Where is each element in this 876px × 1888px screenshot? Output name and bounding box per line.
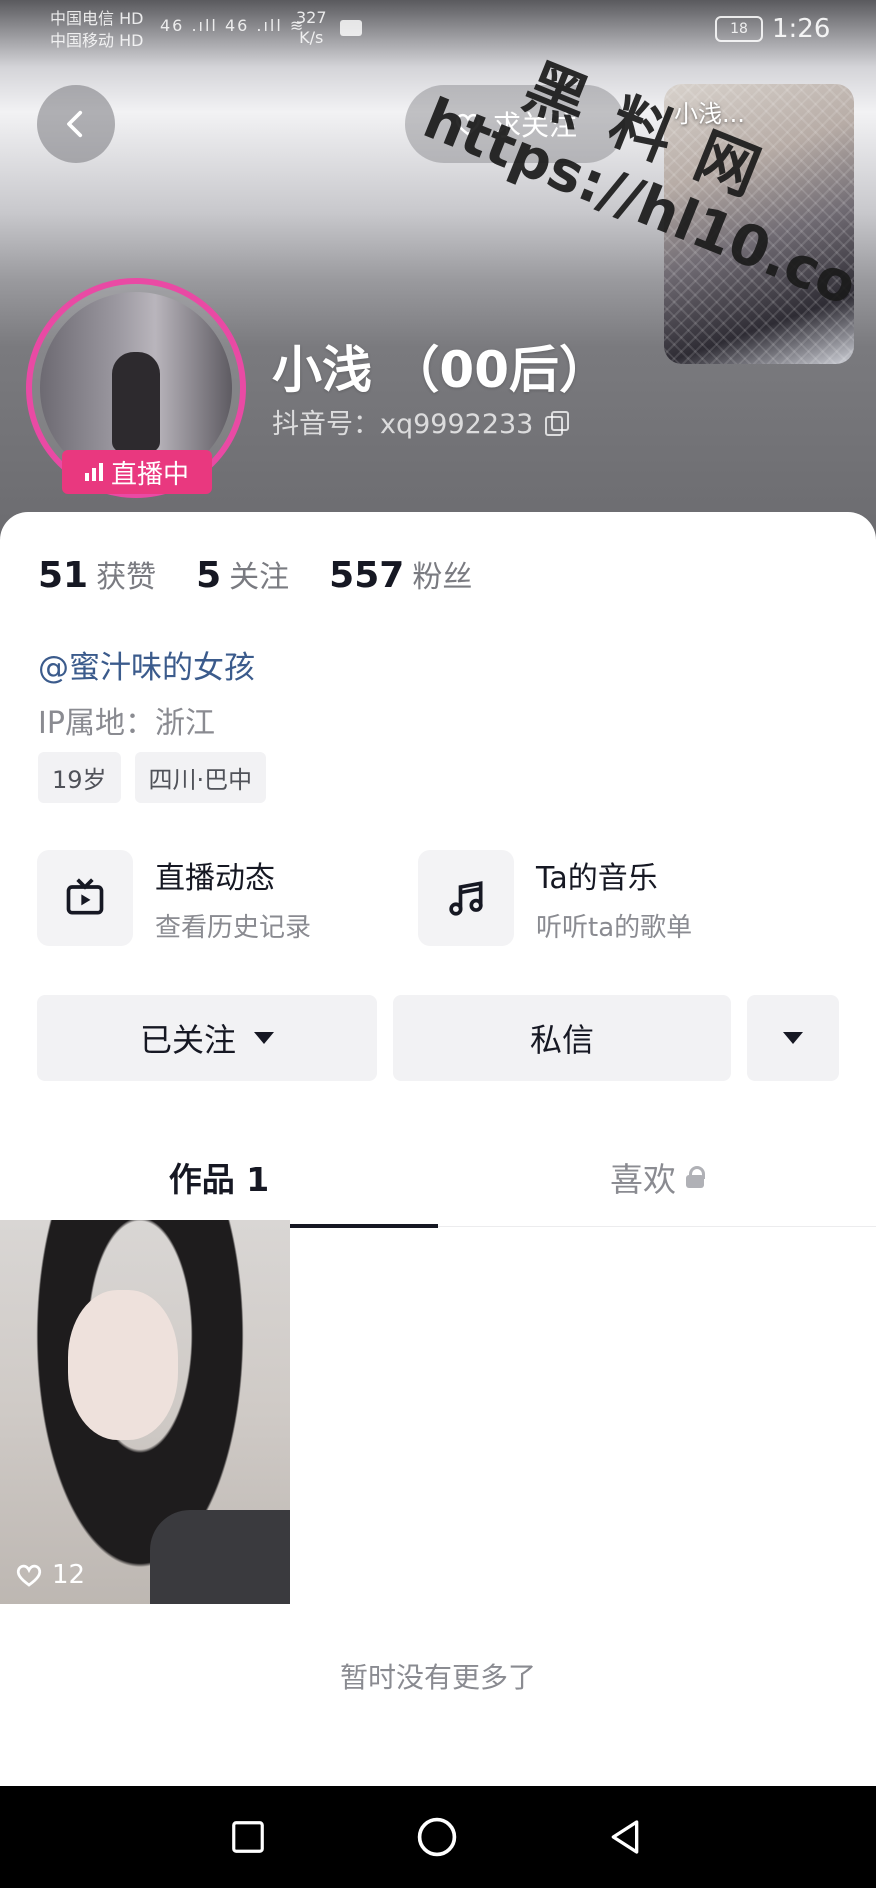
tab-works-label: 作品 1 [168,1160,270,1199]
ip-location: IP属地：浙江 [38,706,215,741]
video-likes: 12 [14,1560,85,1590]
stat-likes[interactable]: 51 获赞 [38,552,156,596]
caret-down-icon [254,1032,274,1044]
profile-tabs: 作品 1 喜欢 [0,1127,876,1228]
music-sub: 听听ta的歌单 [536,912,693,943]
tag-location: 四川·巴中 [134,752,267,803]
network-speed-unit: K/s [299,28,324,47]
status-bar: 中国电信 HD 中国移动 HD 46 .ıll 46 .ıll ≋ 327 K/… [0,0,876,62]
live-history-sub: 查看历史记录 [155,912,312,943]
network-speed: 327 K/s [296,8,327,48]
battery-icon: 18 [715,16,763,42]
music-note-icon [418,850,514,946]
circle-icon [417,1817,457,1857]
video-record-icon [340,20,362,36]
caret-down-icon [783,1032,803,1044]
heart-outline-icon [16,1564,42,1587]
tv-icon [37,850,133,946]
signal-icon: 46 .ıll 46 .ıll ≋ [160,16,306,35]
system-back-button[interactable] [600,1812,650,1862]
clock: 1:26 [772,14,831,44]
stat-following[interactable]: 5 关注 [196,552,289,596]
message-button[interactable]: 私信 [393,995,731,1081]
profile-bio[interactable]: @蜜汁味的女孩 [38,642,255,687]
live-badge[interactable]: 直播中 [62,450,212,494]
recent-apps-button[interactable] [223,1812,273,1862]
douyin-id[interactable]: 抖音号：xq9992233 [272,402,570,441]
network-speed-value: 327 [296,8,327,27]
avatar-figure [112,352,160,452]
music-title: Ta的音乐 [536,860,658,896]
home-button[interactable] [412,1812,462,1862]
video-image-face [68,1290,178,1440]
system-nav-bar [0,1786,876,1888]
back-button[interactable] [37,85,115,163]
followed-button[interactable]: 已关注 [37,995,377,1081]
tab-works[interactable]: 作品 1 [0,1127,438,1228]
followed-label: 已关注 [139,1021,236,1059]
profile-tags: 19岁 四川·巴中 [38,752,267,803]
live-history-entry[interactable]: 直播动态 查看历史记录 [37,850,311,946]
profile-nickname: 小浅 （00后） [272,341,609,399]
no-more-text: 暂时没有更多了 [339,1661,536,1694]
live-history-title: 直播动态 [155,860,275,896]
video-likes-count: 12 [52,1560,86,1590]
profile-stats: 51 获赞 5 关注 557 粉丝 [38,552,472,596]
copy-icon[interactable] [545,410,570,436]
lock-icon [686,1166,705,1188]
live-badge-label: 直播中 [110,459,189,490]
music-entry[interactable]: Ta的音乐 听听ta的歌单 [418,850,692,946]
carrier-line-2: 中国移动 HD [50,31,144,50]
live-bars-icon [84,463,103,481]
video-thumbnail[interactable]: 12 [0,1220,290,1604]
video-image-shadow [150,1510,290,1604]
chevron-left-icon [67,110,83,138]
douyin-id-text: 抖音号：xq9992233 [272,409,534,440]
more-dropdown-button[interactable] [747,995,839,1081]
square-icon [232,1821,264,1853]
message-label: 私信 [529,1021,594,1059]
tag-age: 19岁 [38,752,121,803]
stat-following-label: 关注 [229,560,290,595]
stat-likes-label: 获赞 [96,560,157,595]
action-row: 已关注 私信 [37,995,839,1081]
carrier-line-1: 中国电信 HD [50,9,144,28]
profile-screen: 中国电信 HD 中国移动 HD 46 .ıll 46 .ıll ≋ 327 K/… [0,0,876,1786]
stat-likes-count: 51 [38,555,89,596]
stat-following-count: 5 [196,555,222,596]
tab-likes[interactable]: 喜欢 [438,1127,876,1227]
profile-card: 51 获赞 5 关注 557 粉丝 @蜜汁味的女孩 IP属地：浙江 19岁 四川·巴中… [0,512,876,1786]
triangle-back-icon [611,1820,639,1854]
stat-followers[interactable]: 557 粉丝 [329,552,472,596]
stat-followers-count: 557 [329,555,405,596]
carrier-info: 中国电信 HD 中国移动 HD [50,8,143,52]
tab-likes-label: 喜欢 [610,1160,676,1199]
stat-followers-label: 粉丝 [412,560,473,595]
